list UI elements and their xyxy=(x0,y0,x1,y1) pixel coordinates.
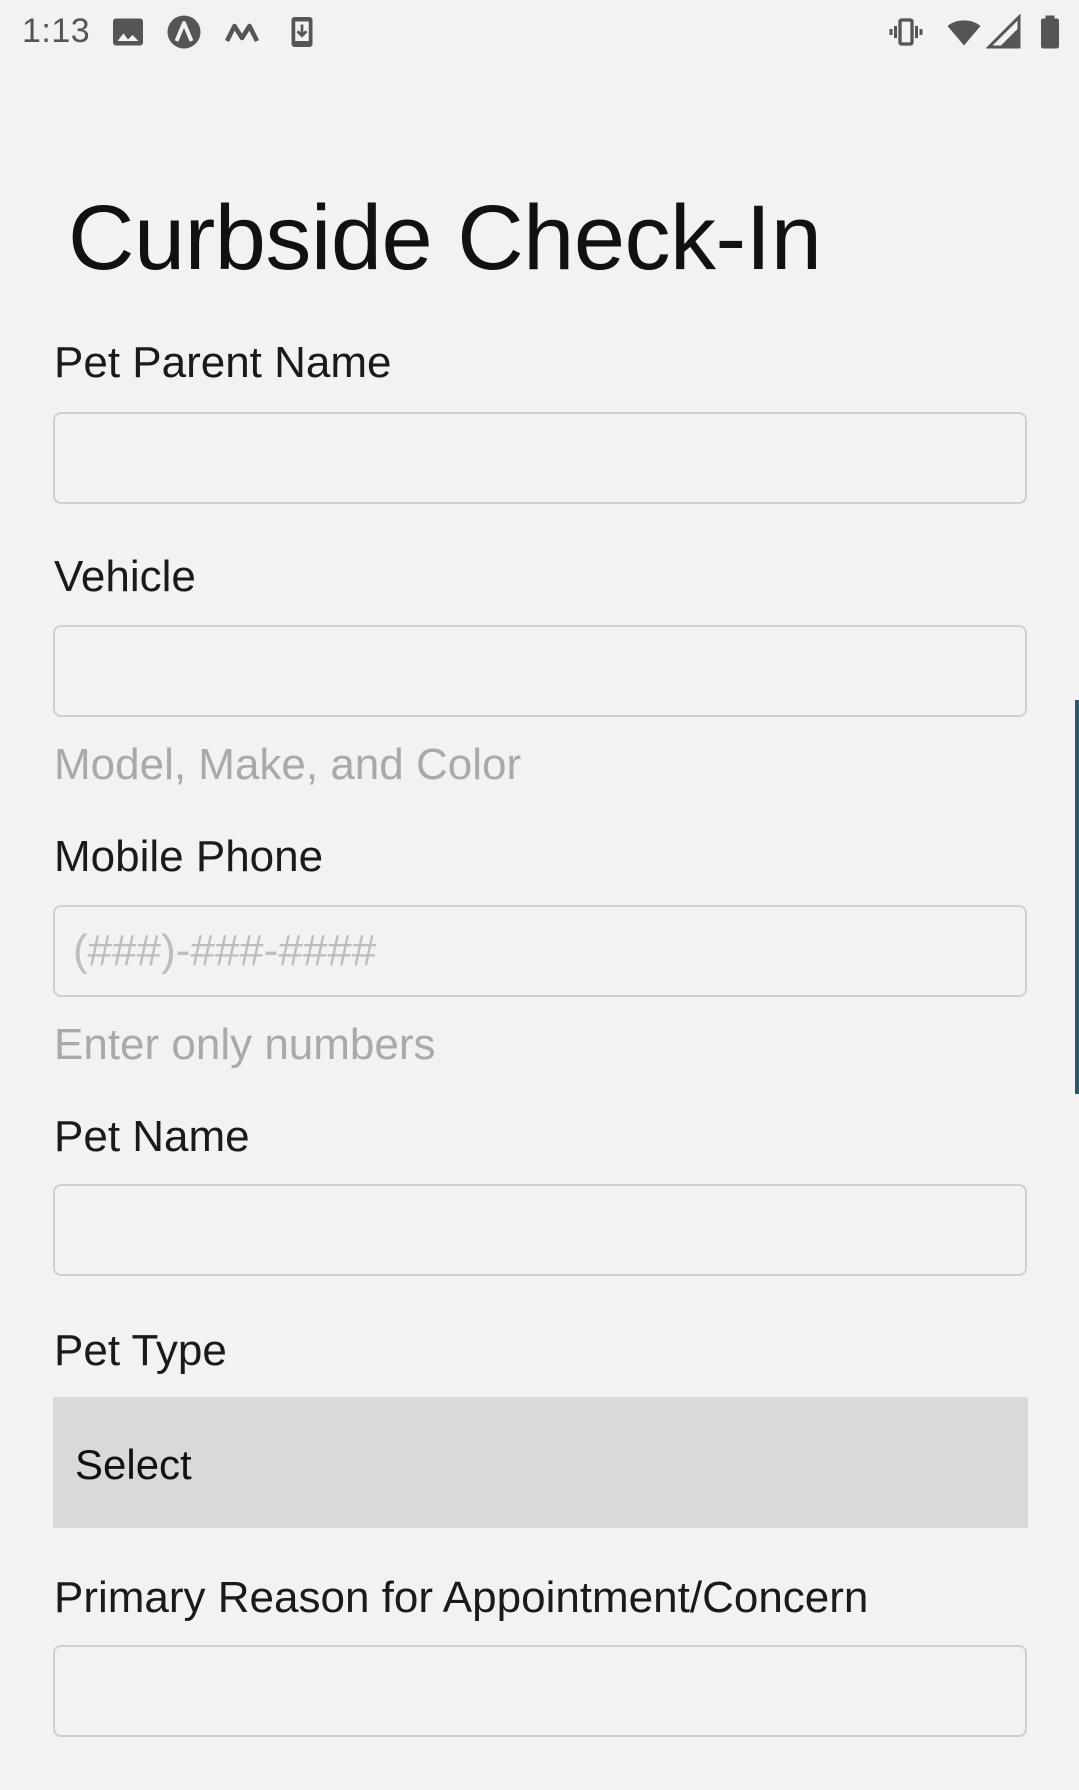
status-time: 1:13 xyxy=(22,12,91,50)
a-circle-icon xyxy=(166,14,202,50)
mobile-phone-label: Mobile Phone xyxy=(54,832,324,881)
vehicle-helper-text: Model, Make, and Color xyxy=(54,740,522,789)
vibrate-icon xyxy=(888,14,924,50)
download-icon xyxy=(284,14,320,50)
wifi-icon xyxy=(946,14,982,50)
page-title: Curbside Check-In xyxy=(68,187,822,289)
pet-type-select[interactable]: Select xyxy=(53,1397,1028,1528)
vehicle-input[interactable] xyxy=(53,625,1027,717)
mobile-phone-input[interactable] xyxy=(53,905,1027,997)
status-bar: 1:13 xyxy=(0,0,1079,64)
pet-type-selected-value: Select xyxy=(75,1441,192,1488)
vehicle-label: Vehicle xyxy=(54,552,196,601)
pet-parent-name-label: Pet Parent Name xyxy=(54,338,392,387)
primary-reason-input[interactable] xyxy=(53,1645,1027,1737)
mobile-phone-helper-text: Enter only numbers xyxy=(54,1020,436,1069)
pet-name-input[interactable] xyxy=(53,1184,1027,1276)
pet-parent-name-input[interactable] xyxy=(53,412,1027,504)
signal-icon xyxy=(986,14,1022,50)
pet-name-label: Pet Name xyxy=(54,1112,250,1161)
pet-type-label: Pet Type xyxy=(54,1326,227,1375)
image-icon xyxy=(110,14,146,50)
battery-icon xyxy=(1032,14,1068,50)
m-logo-icon xyxy=(224,14,260,50)
primary-reason-label: Primary Reason for Appointment/Concern xyxy=(54,1573,869,1622)
scroll-indicator[interactable] xyxy=(1075,700,1079,1094)
